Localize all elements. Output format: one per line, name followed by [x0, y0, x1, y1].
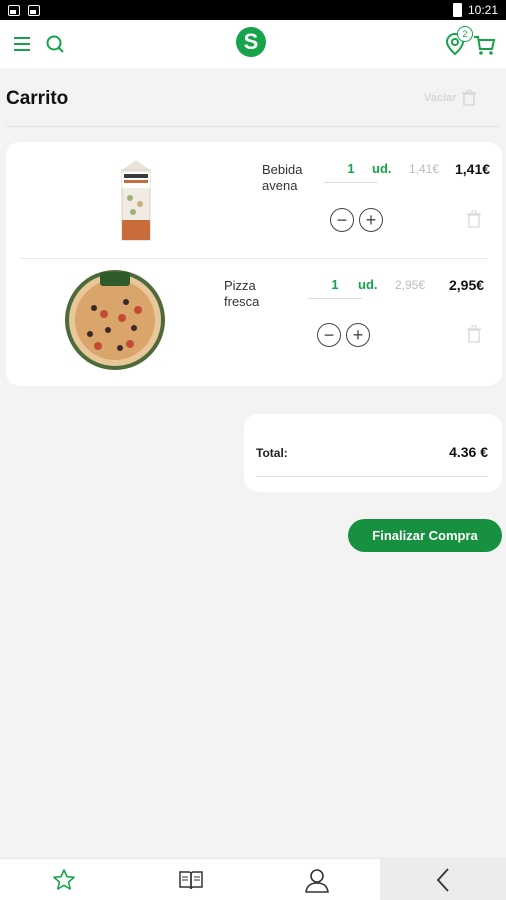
oat-drink-image [121, 160, 151, 241]
battery-icon [452, 3, 462, 17]
quantity-field[interactable]: 1 [308, 277, 362, 299]
minus-icon: − [336, 210, 348, 230]
product-name-line1: Pizza [224, 278, 256, 293]
item-price: 2,95€ [449, 277, 485, 293]
product-name-line2: fresca [224, 294, 260, 309]
unit-label: ud. [358, 277, 378, 292]
bottom-navigation [0, 858, 506, 900]
brand-logo[interactable]: S [236, 27, 266, 57]
nav-favorites[interactable] [0, 859, 127, 900]
nav-back[interactable] [380, 859, 506, 900]
unit-price: 2,95€ [395, 278, 426, 292]
nav-profile[interactable] [254, 859, 380, 900]
user-icon [305, 869, 329, 893]
image-notification-icon [8, 4, 20, 16]
total-label: Total: [256, 446, 288, 460]
nav-catalog[interactable] [127, 859, 254, 900]
logo-letter: S [243, 29, 259, 54]
star-icon [52, 869, 75, 890]
status-bar: 10:21 [0, 0, 506, 20]
item-divider [20, 258, 488, 259]
back-icon [436, 868, 449, 892]
page-title: Carrito [6, 88, 69, 109]
search-icon[interactable] [44, 33, 66, 55]
title-divider [6, 126, 500, 127]
trash-icon [462, 90, 477, 106]
cart-item: Bebida avena 1 ud. 1,41€ 1,41€ − + [6, 142, 502, 260]
product-name-line2: avena [262, 178, 298, 193]
summary-divider [256, 476, 488, 477]
decrease-quantity-button[interactable]: − [317, 323, 341, 347]
quantity-field[interactable]: 1 [324, 161, 378, 183]
cart-icon[interactable] [472, 34, 496, 56]
book-icon [178, 871, 203, 890]
plus-icon: + [352, 325, 364, 345]
unit-label: ud. [372, 161, 392, 176]
total-value: 4.36 € [449, 444, 488, 460]
checkout-button[interactable]: Finalizar Compra [348, 519, 502, 552]
cart-count-badge: 2 [457, 26, 473, 42]
empty-cart-label: Vaciar [424, 92, 457, 104]
unit-price: 1,41€ [409, 162, 440, 176]
minus-icon: − [323, 325, 335, 345]
menu-icon[interactable] [12, 34, 32, 54]
pizza-image [65, 270, 165, 370]
decrease-quantity-button[interactable]: − [330, 208, 354, 232]
delete-item-icon[interactable] [466, 210, 482, 228]
product-name: Bebida avena [262, 162, 332, 194]
increase-quantity-button[interactable]: + [359, 208, 383, 232]
cart-items-card: Bebida avena 1 ud. 1,41€ 1,41€ − + Pizza… [6, 142, 502, 386]
product-name-line1: Bebida [262, 162, 303, 177]
empty-cart-button[interactable]: Vaciar [424, 90, 477, 106]
download-notification-icon [28, 4, 40, 16]
item-price: 1,41€ [455, 161, 491, 177]
product-name: Pizza fresca [224, 278, 294, 310]
cart-item: Pizza fresca 1 ud. 2,95€ 2,95€ − + [6, 260, 502, 378]
title-row: Carrito Vaciar [0, 68, 506, 126]
app-header: S 2 [0, 20, 506, 68]
plus-icon: + [365, 210, 377, 230]
increase-quantity-button[interactable]: + [346, 323, 370, 347]
delete-item-icon[interactable] [466, 325, 482, 343]
order-summary: Total: 4.36 € [244, 414, 502, 492]
status-time: 10:21 [467, 3, 498, 17]
